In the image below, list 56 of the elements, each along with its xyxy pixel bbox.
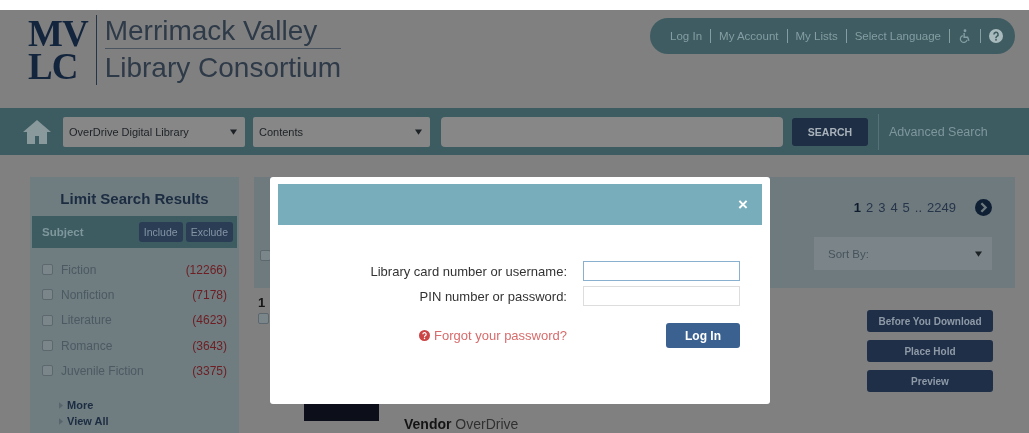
close-button[interactable]: ×	[738, 196, 748, 213]
logo-name: Library Consortium	[104, 51, 342, 85]
checkbox[interactable]	[42, 314, 53, 326]
logo-letters: MV	[28, 16, 88, 50]
page-link[interactable]: 2249	[927, 200, 956, 215]
library-select[interactable]: OverDrive Digital Library	[63, 116, 245, 147]
search-button[interactable]: SEARCH	[792, 117, 868, 146]
help-icon	[989, 29, 1003, 43]
facet-link[interactable]: More	[67, 399, 94, 412]
checkbox[interactable]	[42, 289, 53, 301]
facet-count: (12266)	[185, 262, 227, 277]
page-link[interactable]: 4	[890, 200, 898, 215]
page-link[interactable]: 1	[853, 200, 861, 215]
filter-button[interactable]: Include	[138, 222, 183, 242]
accessibility-icon	[958, 28, 972, 44]
search-field[interactable]	[441, 116, 783, 147]
facet-count: (4623)	[192, 313, 227, 328]
checkbox[interactable]	[42, 340, 53, 352]
field-label: PIN number or password:	[418, 288, 567, 304]
result-number: 1	[258, 295, 267, 310]
logo-name: Merrimack Valley	[104, 14, 342, 49]
top-link[interactable]: Select Language	[854, 30, 941, 42]
checkbox[interactable]	[258, 313, 269, 324]
filter-button[interactable]: Exclude	[185, 222, 233, 242]
action-button[interactable]: Preview	[867, 370, 993, 392]
field-label: Library card number or username:	[369, 263, 567, 279]
facet-title: Subject	[42, 226, 84, 238]
home-icon	[22, 118, 52, 145]
scope-select[interactable]: Contents	[253, 116, 430, 147]
page-gap: ..	[914, 200, 923, 215]
login-button[interactable]: Log In	[666, 323, 740, 348]
action-button[interactable]: Before You Download	[867, 310, 993, 332]
sidebar-title: Limit Search Results	[59, 189, 210, 209]
vendor-text: Vendor OverDrive	[404, 416, 519, 432]
top-link[interactable]: My Account	[719, 30, 779, 42]
logo-letters: LC	[28, 49, 78, 83]
top-link[interactable]: Log In	[670, 30, 703, 42]
advanced-search-link[interactable]: Advanced Search	[889, 124, 988, 139]
action-button[interactable]: Place Hold	[867, 340, 993, 362]
input-field[interactable]	[583, 286, 740, 306]
top-link[interactable]: My Lists	[795, 30, 838, 42]
facet-count: (3375)	[192, 363, 227, 378]
facet-count: (7178)	[192, 287, 227, 302]
caret-icon	[975, 250, 982, 257]
page-link[interactable]: 2	[865, 200, 874, 215]
facet-count: (3643)	[192, 338, 227, 353]
input-field[interactable]	[583, 261, 740, 281]
checkbox[interactable]	[42, 365, 53, 377]
help-icon	[419, 330, 431, 341]
facet-link[interactable]: View All	[67, 415, 109, 428]
page-link[interactable]: 3	[878, 200, 886, 215]
caret-icon	[230, 128, 237, 135]
page-link[interactable]: 5	[902, 200, 910, 215]
caret-icon	[415, 128, 422, 135]
checkbox[interactable]	[42, 264, 53, 276]
forgot-password-link[interactable]: Forgot your password?	[278, 328, 567, 343]
